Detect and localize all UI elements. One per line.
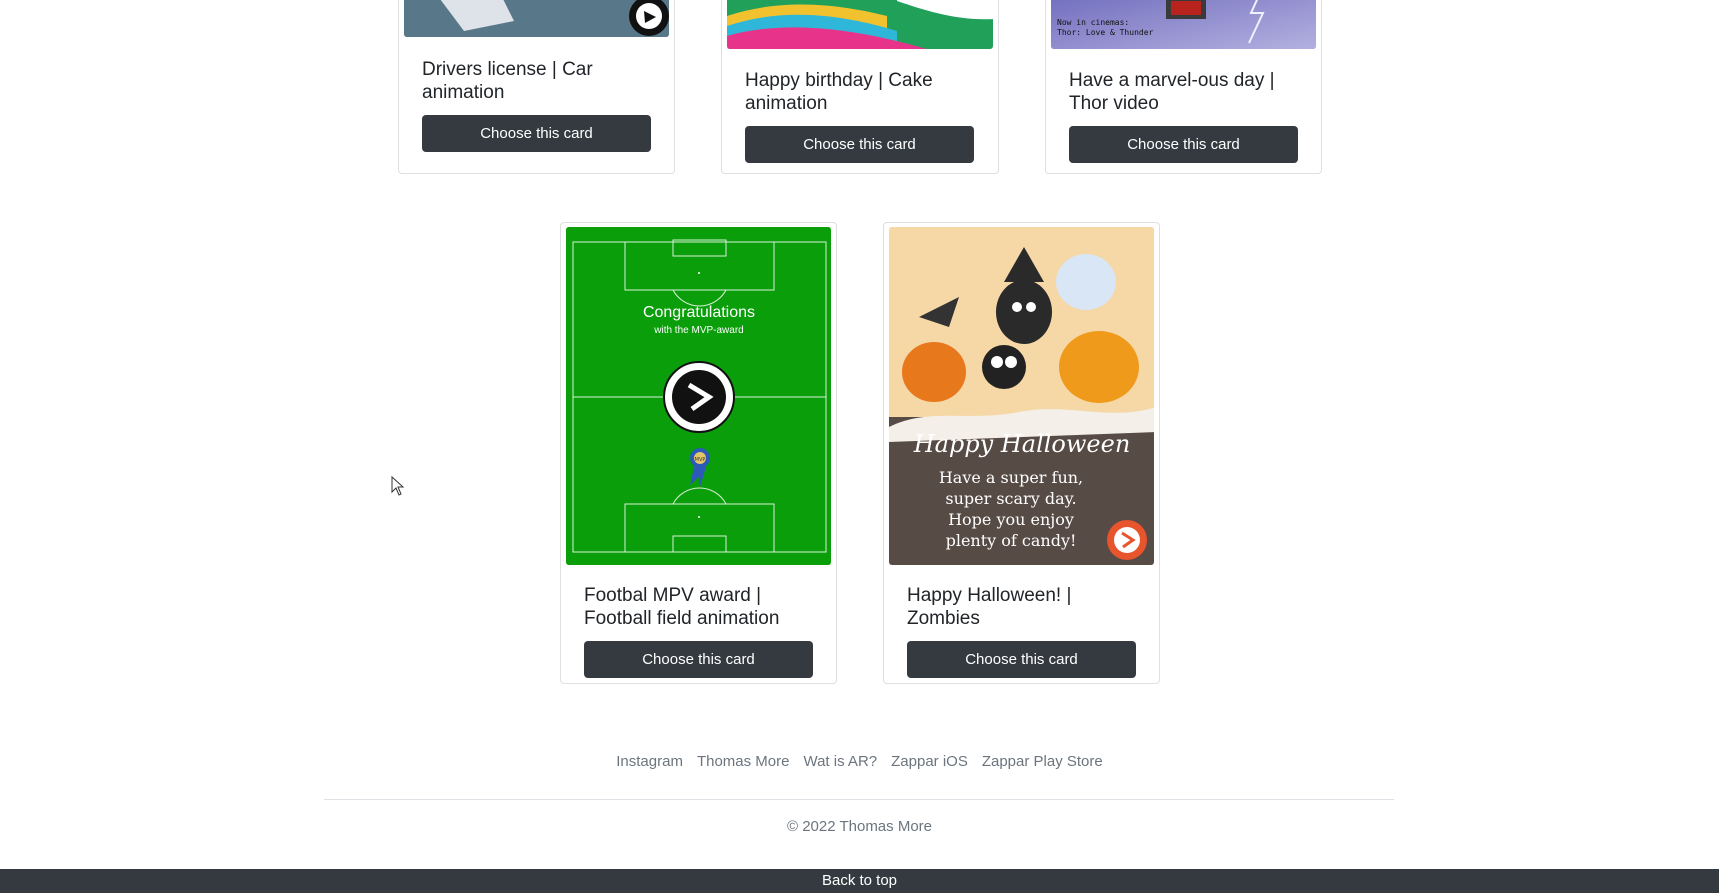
- footer-link-zappar-ios[interactable]: Zappar iOS: [891, 753, 968, 770]
- choose-card-button[interactable]: Choose this card: [422, 115, 651, 152]
- back-to-top-link[interactable]: Back to top: [0, 869, 1719, 893]
- footer-divider: [324, 799, 1394, 800]
- footer-link-instagram[interactable]: Instagram: [616, 753, 683, 770]
- choose-card-button[interactable]: Choose this card: [745, 126, 974, 163]
- card-image-halloween: Happy Halloween Have a super fun, super …: [889, 227, 1154, 565]
- card-image-thor: Now in cinemas: Thor: Love & Thunder: [1051, 0, 1316, 49]
- rainbow-illustration: [727, 0, 993, 49]
- choose-card-button[interactable]: Choose this card: [584, 641, 813, 678]
- svg-text:Have a super fun,: Have a super fun,: [939, 468, 1083, 487]
- football-field-illustration: Congratulations with the MVP-award MVP: [566, 227, 831, 565]
- card-image-football-field: Congratulations with the MVP-award MVP: [566, 227, 831, 565]
- svg-text:with the MVP-award: with the MVP-award: [653, 325, 743, 336]
- svg-text:MVP: MVP: [695, 457, 706, 463]
- halloween-illustration: Happy Halloween Have a super fun, super …: [889, 227, 1154, 565]
- footer-link-zappar-play-store[interactable]: Zappar Play Store: [982, 753, 1103, 770]
- card-title: Footbal MPV award | Football field anima…: [584, 585, 780, 629]
- card-title: Happy birthday | Cake animation: [745, 70, 933, 114]
- card-thor: Now in cinemas: Thor: Love & Thunder Hav…: [1045, 0, 1322, 174]
- svg-text:Happy Halloween: Happy Halloween: [913, 430, 1131, 458]
- card-drivers-license: Drivers license | Car animation Choose t…: [398, 0, 675, 174]
- mouse-cursor-icon: [391, 476, 405, 496]
- card-title: Have a marvel-ous day | Thor video: [1069, 70, 1275, 114]
- footer-nav: Instagram Thomas More Wat is AR? Zappar …: [0, 753, 1719, 770]
- svg-text:plenty of candy!: plenty of candy!: [946, 531, 1077, 550]
- card-halloween: Happy Halloween Have a super fun, super …: [883, 222, 1160, 684]
- choose-card-button[interactable]: Choose this card: [907, 641, 1136, 678]
- copyright: © 2022 Thomas More: [786, 818, 932, 835]
- svg-text:Hope you enjoy: Hope you enjoy: [948, 510, 1074, 529]
- choose-card-button[interactable]: Choose this card: [1069, 126, 1298, 163]
- card-happy-birthday: Happy birthday | Cake animation Choose t…: [721, 0, 999, 174]
- footer-link-what-is-ar[interactable]: Wat is AR?: [803, 753, 877, 770]
- card-title: Drivers license | Car animation: [422, 59, 593, 103]
- card-image-cake: [727, 0, 993, 49]
- svg-text:Now in cinemas:: Now in cinemas:: [1057, 18, 1129, 27]
- footer-link-thomas-more[interactable]: Thomas More: [697, 753, 790, 770]
- card-football-mvp: Congratulations with the MVP-award MVP F…: [560, 222, 837, 684]
- card-title: Happy Halloween! | Zombies: [907, 585, 1072, 629]
- svg-text:Thor: Love & Thunder: Thor: Love & Thunder: [1057, 28, 1154, 37]
- svg-text:super scary day.: super scary day.: [945, 489, 1076, 508]
- car-illustration: [404, 0, 669, 37]
- thor-illustration: Now in cinemas: Thor: Love & Thunder: [1051, 0, 1316, 49]
- svg-text:Congratulations: Congratulations: [643, 304, 755, 321]
- card-image-car: [404, 0, 669, 37]
